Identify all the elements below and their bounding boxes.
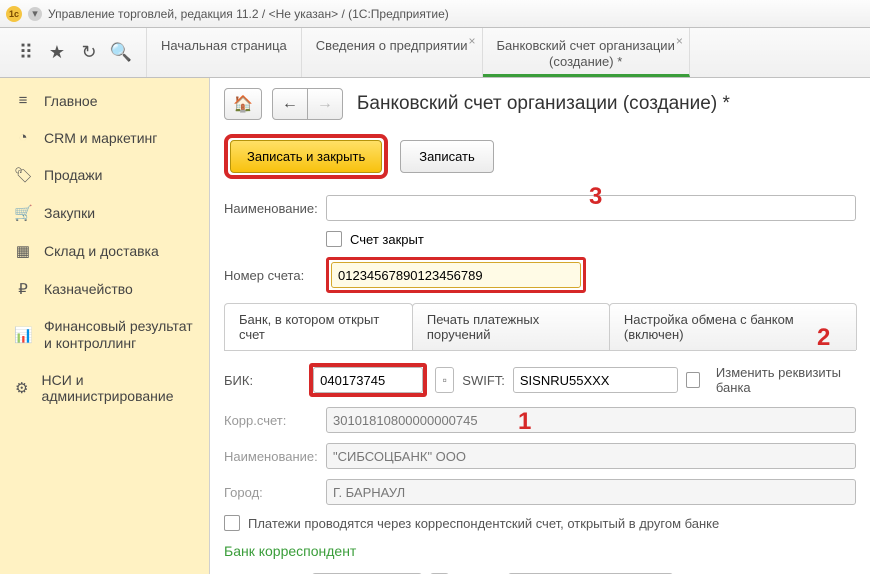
money-icon: ₽ (14, 280, 32, 298)
corr-pay-checkbox[interactable] (224, 515, 240, 531)
closed-label: Счет закрыт (350, 232, 424, 247)
bik-input[interactable] (313, 367, 423, 393)
korr-label: Корр.счет: (224, 413, 326, 428)
close-icon[interactable]: × (676, 34, 683, 48)
forward-button[interactable]: → (307, 88, 343, 120)
sidebar-item-purchases[interactable]: 🛒 Закупки (0, 194, 209, 232)
sidebar-label: НСИ и администрирование (42, 372, 195, 406)
sidebar-item-admin[interactable]: ⚙ НСИ и администрирование (0, 362, 209, 416)
bank-name-label: Наименование: (224, 449, 326, 464)
dropdown-icon[interactable]: ▾ (28, 7, 42, 21)
tab-label: Начальная страница (161, 38, 287, 54)
sidebar-item-crm[interactable]: ◔ CRM и маркетинг (0, 119, 209, 156)
sidebar: ≡ Главное ◔ CRM и маркетинг 🏷 Продажи 🛒 Заку… (0, 78, 210, 574)
main-tabs: Начальная страница Сведения о предприяти… (146, 28, 690, 77)
number-label: Номер счета: (224, 268, 326, 283)
corr-pay-label: Платежи проводятся через корреспондентск… (248, 516, 719, 531)
change-req-label: Изменить реквизиты банка (716, 365, 856, 395)
sidebar-label: Продажи (44, 167, 102, 183)
tab-bank-account[interactable]: Банковский счет организации (создание) *… (483, 28, 690, 77)
tab-company-info[interactable]: Сведения о предприятии × (302, 28, 483, 77)
sub-tabs: Банк, в котором открыт счет Печать плате… (224, 303, 856, 351)
swift-label: SWIFT: (462, 373, 505, 388)
sidebar-item-treasury[interactable]: ₽ Казначейство (0, 270, 209, 308)
sidebar-item-finance[interactable]: 📊 Финансовый результат и контроллинг (0, 308, 209, 362)
tab-label: Сведения о предприятии (316, 38, 468, 54)
page-title: Банковский счет организации (создание) * (357, 93, 730, 115)
tab-label-line1: Банковский счет организации (497, 38, 675, 54)
closed-checkbox[interactable] (326, 231, 342, 247)
tag-icon: 🏷 (14, 166, 32, 184)
sidebar-label: Казначейство (44, 281, 133, 297)
home-button[interactable]: 🏠 (224, 88, 262, 120)
save-close-button[interactable]: Записать и закрыть (230, 140, 382, 173)
star-icon[interactable]: ★ (42, 38, 72, 68)
bank-name-input (326, 443, 856, 469)
cart-icon: 🛒 (14, 204, 32, 222)
chart-icon: 📊 (14, 326, 32, 344)
callout-3: 3 (589, 183, 602, 211)
sidebar-label: Главное (44, 93, 98, 109)
content-area: 🏠 ← → Банковский счет организации (созда… (210, 78, 870, 574)
city-input (326, 479, 856, 505)
highlight-3: Записать и закрыть (224, 134, 388, 179)
city-label: Город: (224, 485, 326, 500)
sidebar-item-warehouse[interactable]: ▦ Склад и доставка (0, 232, 209, 270)
history-icon[interactable]: ↻ (74, 38, 104, 68)
save-button[interactable]: Записать (400, 140, 494, 173)
callout-1: 1 (518, 408, 531, 436)
sidebar-label: CRM и маркетинг (44, 130, 157, 146)
tab-label-line2: (создание) * (549, 54, 622, 70)
highlight-1 (309, 363, 427, 397)
sidebar-label: Финансовый результат и контроллинг (44, 318, 195, 352)
subtab-print[interactable]: Печать платежных поручений (412, 303, 610, 350)
grid-icon: ▦ (14, 242, 32, 260)
search-icon[interactable]: 🔍 (106, 38, 136, 68)
window-titlebar: 1c ▾ Управление торговлей, редакция 11.2… (0, 0, 870, 28)
sidebar-item-main[interactable]: ≡ Главное (0, 82, 209, 119)
app-icon: 1c (6, 6, 22, 22)
name-label: Наименование: (224, 201, 326, 216)
change-req-checkbox[interactable] (686, 372, 700, 388)
back-button[interactable]: ← (272, 88, 308, 120)
top-toolbar: ⠿ ★ ↻ 🔍 Начальная страница Сведения о пр… (0, 28, 870, 78)
highlight-2 (326, 257, 586, 293)
sidebar-label: Склад и доставка (44, 243, 159, 259)
sidebar-item-sales[interactable]: 🏷 Продажи (0, 156, 209, 194)
window-title: Управление торговлей, редакция 11.2 / <Н… (48, 7, 864, 21)
close-icon[interactable]: × (468, 34, 475, 48)
bik-label: БИК: (224, 373, 301, 388)
korr-input (326, 407, 856, 433)
gear-icon: ⚙ (14, 379, 30, 397)
subtab-bank[interactable]: Банк, в котором открыт счет (224, 303, 413, 350)
menu-icon: ≡ (14, 92, 32, 109)
sidebar-label: Закупки (44, 205, 95, 221)
account-number-input[interactable] (331, 262, 581, 288)
bik-pick-button[interactable]: ▫ (435, 367, 454, 393)
callout-2: 2 (817, 324, 830, 352)
swift-input[interactable] (513, 367, 678, 393)
pie-icon: ◔ (14, 129, 32, 146)
corr-bank-header: Банк корреспондент (224, 543, 856, 559)
apps-icon[interactable]: ⠿ (10, 38, 40, 68)
tab-home[interactable]: Начальная страница (147, 28, 302, 77)
